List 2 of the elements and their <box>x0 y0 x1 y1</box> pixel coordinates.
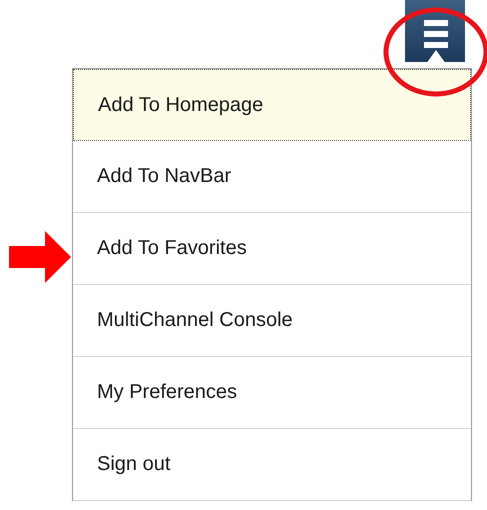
arrow-icon <box>9 231 71 283</box>
menu-item[interactable]: Add To Homepage <box>73 69 471 141</box>
